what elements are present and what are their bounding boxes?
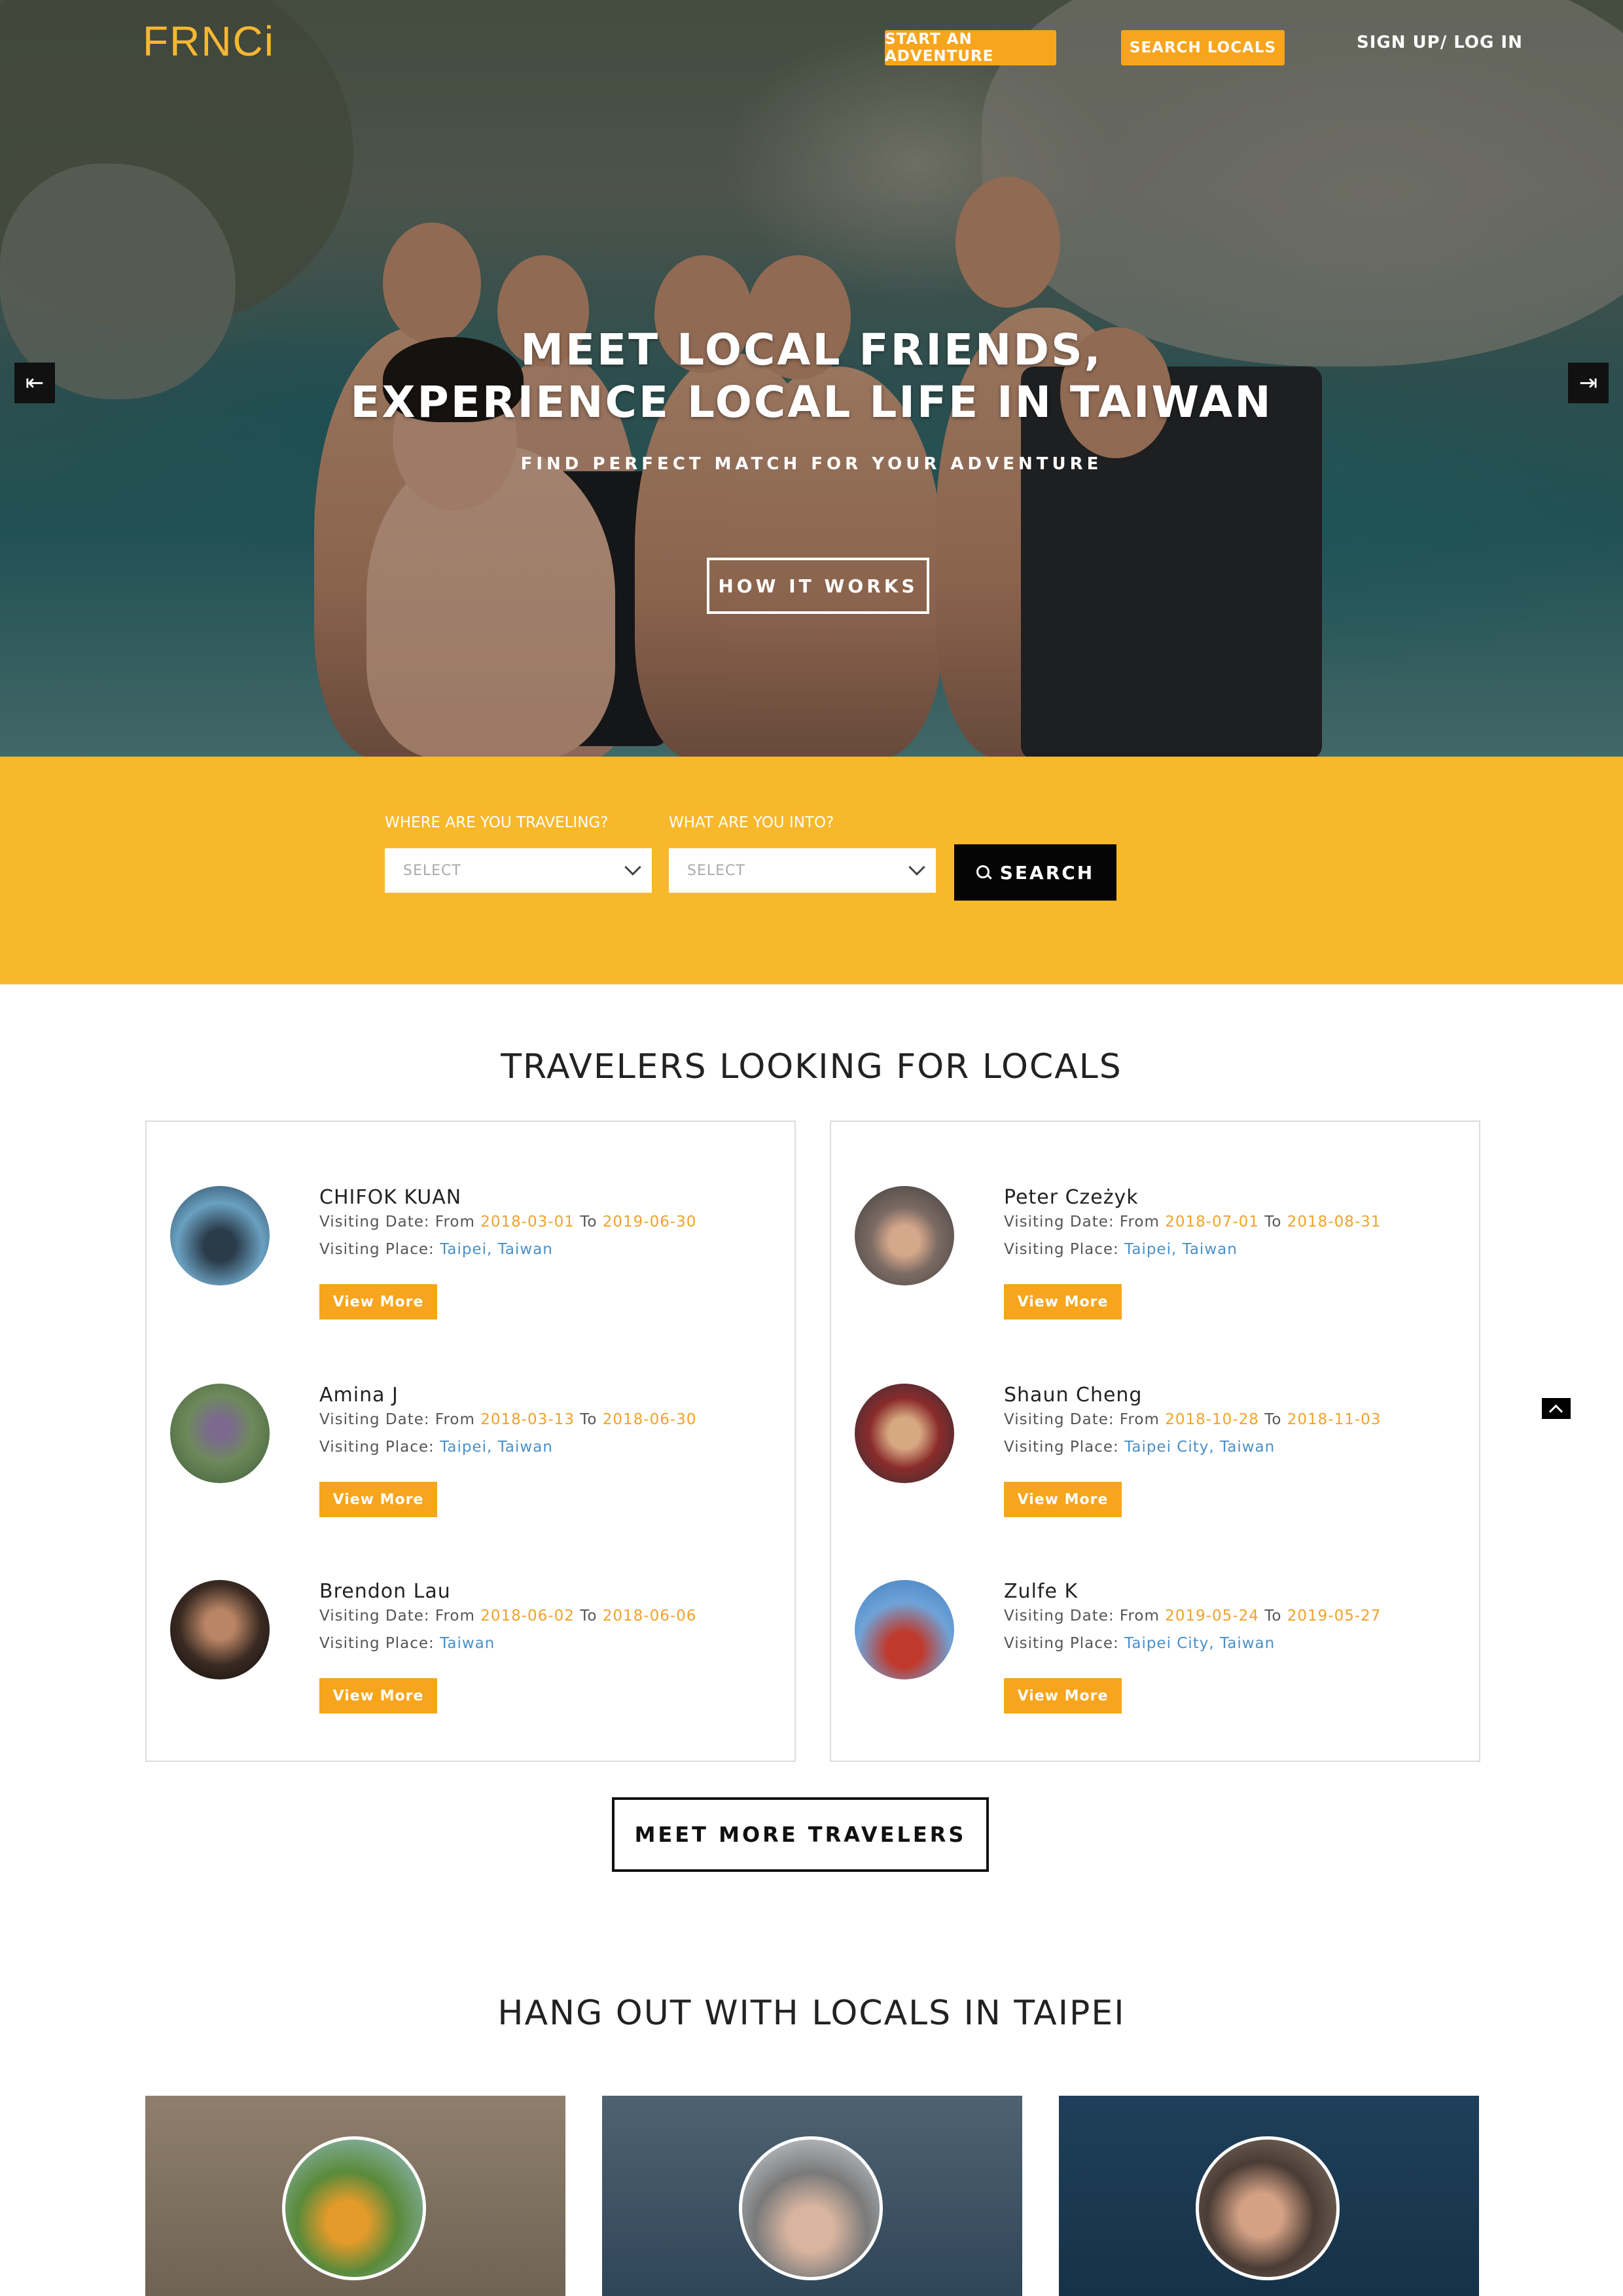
traveler-avatar[interactable] [170, 1580, 270, 1679]
what-into-value: SELECT [687, 862, 745, 879]
local-avatar[interactable] [282, 2136, 426, 2280]
traveler-visiting-place: Visiting Place: Taipei, Taiwan [319, 1241, 553, 1258]
traveler-avatar[interactable] [170, 1384, 270, 1483]
hero-subtitle: FIND PERFECT MATCH FOR YOUR ADVENTURE [520, 454, 1103, 474]
view-more-button[interactable]: View More [319, 1482, 437, 1517]
local-avatar[interactable] [1196, 2136, 1340, 2280]
traveler-visiting-date: Visiting Date: From 2018-07-01 To 2018-0… [1004, 1213, 1382, 1230]
chevron-down-icon [624, 859, 641, 876]
traveler-name: Peter Czeżyk [1004, 1186, 1139, 1209]
search-button[interactable]: SEARCH [954, 844, 1116, 901]
traveler-card: Amina J Visiting Date: From 2018-03-13 T… [147, 1384, 794, 1580]
traveler-visiting-place: Visiting Place: Taipei City, Taiwan [1004, 1635, 1275, 1652]
where-traveling-label: WHERE ARE YOU TRAVELING? [385, 814, 609, 831]
traveler-name: Shaun Cheng [1004, 1384, 1143, 1407]
locals-section-title: HANG OUT WITH LOCALS IN TAIPEI [497, 1994, 1126, 2033]
traveler-avatar[interactable] [170, 1186, 270, 1285]
site-logo[interactable]: FRNCi [143, 17, 275, 65]
travelers-section-title: TRAVELERS LOOKING FOR LOCALS [501, 1047, 1122, 1086]
what-into-select[interactable]: SELECT [669, 848, 936, 893]
traveler-name: Zulfe K [1004, 1580, 1079, 1603]
where-traveling-select[interactable]: SELECT [385, 848, 652, 893]
traveler-name: CHIFOK KUAN [319, 1186, 462, 1209]
traveler-visiting-place: Visiting Place: Taipei City, Taiwan [1004, 1439, 1275, 1456]
start-adventure-button[interactable]: START AN ADVENTURE [885, 30, 1056, 65]
traveler-visiting-date: Visiting Date: From 2019-05-24 To 2019-0… [1004, 1607, 1382, 1624]
what-into-label: WHAT ARE YOU INTO? [669, 814, 834, 831]
traveler-card: Zulfe K Visiting Date: From 2019-05-24 T… [831, 1580, 1479, 1776]
local-avatar[interactable] [739, 2136, 883, 2280]
view-more-button[interactable]: View More [1004, 1284, 1122, 1319]
hero-title-line2: EXPERIENCE LOCAL LIFE IN TAIWAN [350, 377, 1273, 427]
traveler-name: Amina J [319, 1384, 399, 1407]
view-more-button[interactable]: View More [1004, 1482, 1122, 1517]
traveler-visiting-place: Visiting Place: Taiwan [319, 1635, 495, 1652]
traveler-card: Brendon Lau Visiting Date: From 2018-06-… [147, 1580, 794, 1776]
meet-more-travelers-button[interactable]: MEET MORE TRAVELERS [612, 1797, 989, 1872]
view-more-button[interactable]: View More [1004, 1678, 1122, 1713]
traveler-visiting-date: Visiting Date: From 2018-03-13 To 2018-0… [319, 1411, 697, 1428]
traveler-avatar[interactable] [855, 1384, 954, 1483]
travelers-panel-right: Peter Czeżyk Visiting Date: From 2018-07… [830, 1121, 1480, 1762]
traveler-visiting-place: Visiting Place: Taipei, Taiwan [1004, 1241, 1238, 1258]
travelers-panel-left: CHIFOK KUAN Visiting Date: From 2018-03-… [145, 1121, 796, 1762]
traveler-avatar[interactable] [855, 1186, 954, 1285]
hero-title-line1: MEET LOCAL FRIENDS, [520, 325, 1103, 375]
search-icon [976, 865, 991, 880]
traveler-visiting-date: Visiting Date: From 2018-03-01 To 2019-0… [319, 1213, 697, 1230]
traveler-visiting-place: Visiting Place: Taipei, Taiwan [319, 1439, 553, 1456]
search-locals-button[interactable]: SEARCH LOCALS [1121, 30, 1285, 65]
traveler-card: CHIFOK KUAN Visiting Date: From 2018-03-… [147, 1186, 794, 1382]
traveler-avatar[interactable] [855, 1580, 954, 1679]
view-more-button[interactable]: View More [319, 1678, 437, 1713]
local-card[interactable] [145, 2096, 565, 2296]
scroll-to-top-button[interactable] [1542, 1398, 1571, 1419]
local-card[interactable] [1059, 2096, 1479, 2296]
chevron-down-icon [908, 859, 925, 876]
search-button-label: SEARCH [999, 861, 1095, 884]
traveler-visiting-date: Visiting Date: From 2018-06-02 To 2018-0… [319, 1607, 697, 1624]
how-it-works-button[interactable]: HOW IT WORKS [707, 558, 929, 614]
traveler-card: Peter Czeżyk Visiting Date: From 2018-07… [831, 1186, 1479, 1382]
where-traveling-value: SELECT [403, 862, 461, 879]
local-card[interactable] [602, 2096, 1022, 2296]
traveler-card: Shaun Cheng Visiting Date: From 2018-10-… [831, 1384, 1479, 1580]
traveler-visiting-date: Visiting Date: From 2018-10-28 To 2018-1… [1004, 1411, 1382, 1428]
signup-login-link[interactable]: SIGN UP/ LOG IN [1357, 33, 1523, 59]
view-more-button[interactable]: View More [319, 1284, 437, 1319]
traveler-name: Brendon Lau [319, 1580, 451, 1603]
